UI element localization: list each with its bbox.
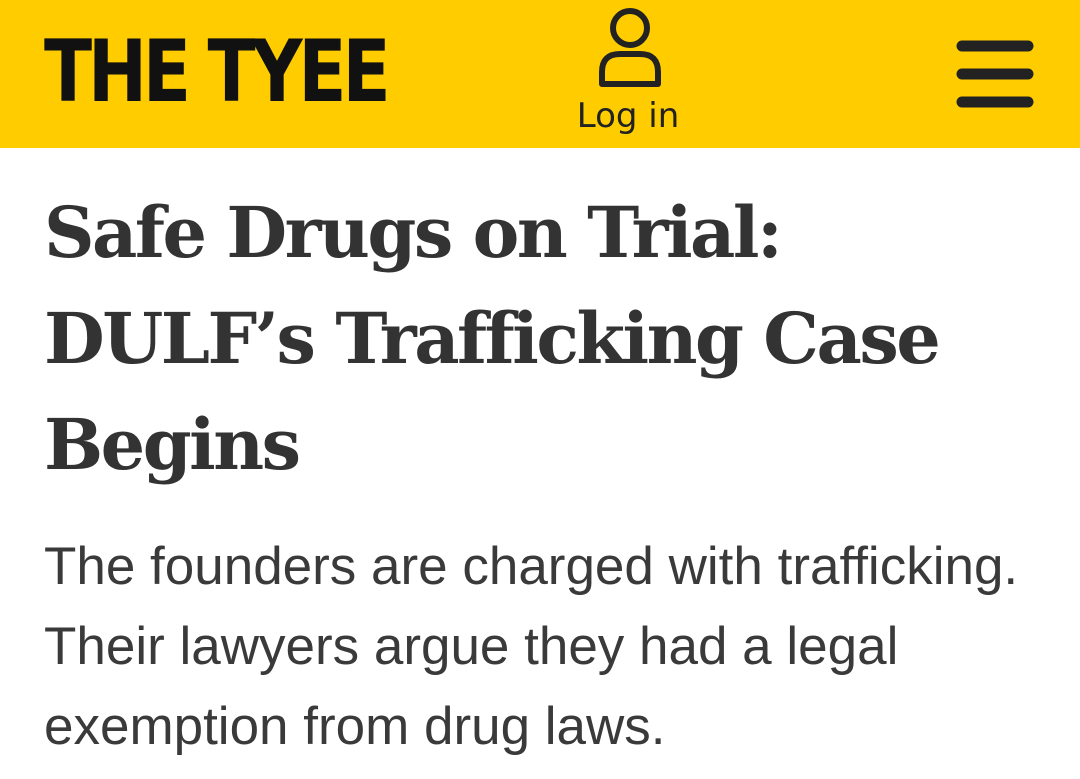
hamburger-menu-icon: [956, 40, 1034, 108]
login-label: Log in: [576, 96, 680, 136]
login-button[interactable]: Log in: [568, 4, 688, 144]
site-logo[interactable]: THE TYEE: [44, 24, 391, 120]
article-headline[interactable]: Safe Drugs on Trial: DULF’s Trafficking …: [44, 180, 1044, 498]
user-icon: [599, 8, 661, 87]
menu-button[interactable]: [950, 36, 1040, 112]
article-dek: The founders are charged with traffickin…: [44, 537, 1019, 756]
site-header: THE TYEE Log in: [0, 0, 1080, 148]
